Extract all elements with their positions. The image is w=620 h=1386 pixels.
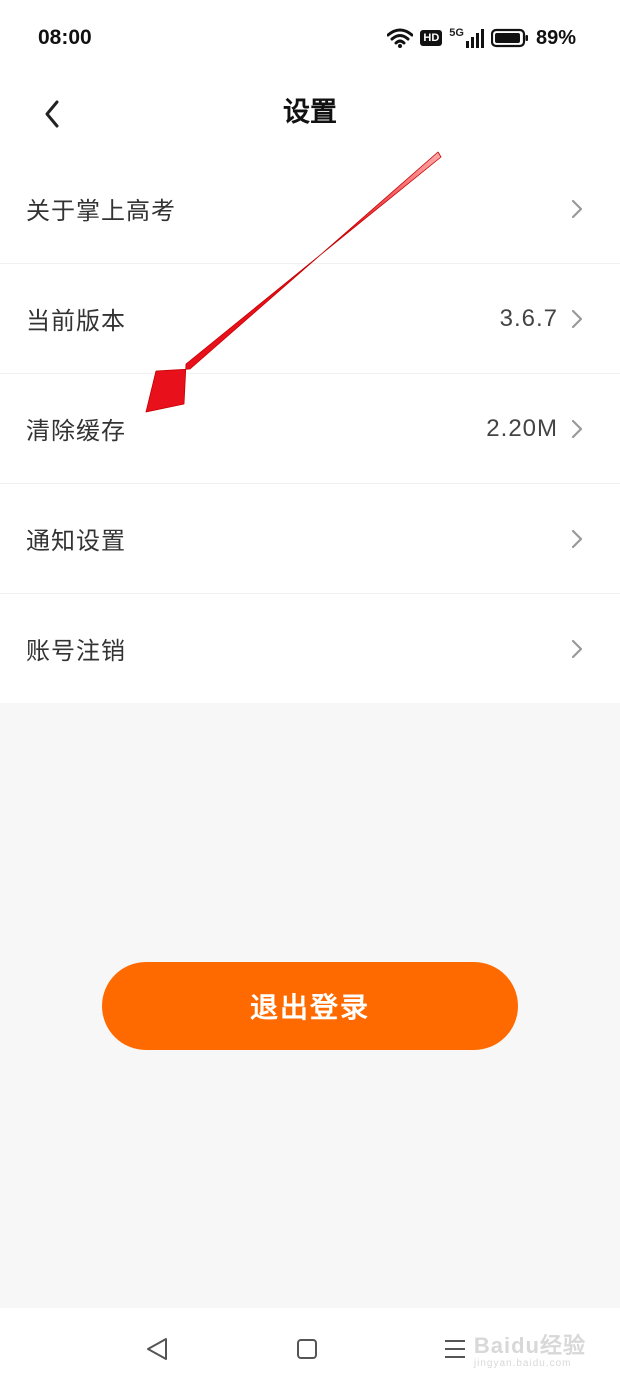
page-title: 设置 — [283, 97, 337, 128]
version-value: 3.6.7 — [499, 304, 558, 332]
chevron-right-icon — [571, 199, 583, 218]
watermark-brand: Baidu经验 — [473, 1333, 586, 1358]
chevron-right-icon — [571, 419, 583, 438]
settings-item-label: 账号注销 — [26, 637, 126, 665]
cache-size-value: 2.20M — [486, 414, 558, 442]
nav-recents-button[interactable] — [438, 1332, 472, 1366]
battery-percent: 89% — [535, 26, 576, 49]
watermark: Baidu经验 jingyan.baidu.com — [474, 1328, 586, 1369]
menu-lines-icon — [445, 1340, 465, 1358]
settings-list: 关于掌上高考 当前版本 3.6.7 清除缓存 2.20M 通知设置 账号注销 — [0, 154, 620, 703]
status-time: 08:00 — [38, 26, 92, 49]
battery-icon — [490, 28, 529, 48]
home-square-icon — [297, 1339, 317, 1359]
signal-5g-icon: 5G — [449, 28, 484, 48]
logout-button[interactable]: 退出登录 — [102, 962, 518, 1050]
network-type-label: 5G — [449, 27, 464, 39]
settings-item-label: 清除缓存 — [26, 417, 126, 445]
wifi-icon — [387, 28, 414, 48]
chevron-right-icon — [571, 309, 583, 328]
settings-item-version[interactable]: 当前版本 3.6.7 — [0, 263, 620, 373]
chevron-right-icon — [571, 639, 583, 658]
watermark-url: jingyan.baidu.com — [473, 1358, 572, 1369]
settings-item-label: 通知设置 — [26, 527, 126, 555]
settings-item-label: 当前版本 — [26, 307, 126, 335]
back-triangle-icon — [147, 1338, 167, 1360]
settings-item-about[interactable]: 关于掌上高考 — [0, 154, 620, 263]
status-bar: 08:00 HD 5G 89% — [0, 0, 620, 76]
nav-home-button[interactable] — [290, 1332, 324, 1366]
settings-item-delete-account[interactable]: 账号注销 — [0, 593, 620, 703]
nav-back-button[interactable] — [140, 1332, 174, 1366]
settings-item-clear-cache[interactable]: 清除缓存 2.20M — [0, 373, 620, 483]
settings-item-label: 关于掌上高考 — [26, 197, 176, 225]
header: 设置 — [0, 76, 620, 154]
hd-icon: HD — [420, 30, 443, 46]
status-icons: HD 5G 89% — [387, 24, 576, 52]
chevron-right-icon — [571, 529, 583, 548]
settings-item-notifications[interactable]: 通知设置 — [0, 483, 620, 593]
